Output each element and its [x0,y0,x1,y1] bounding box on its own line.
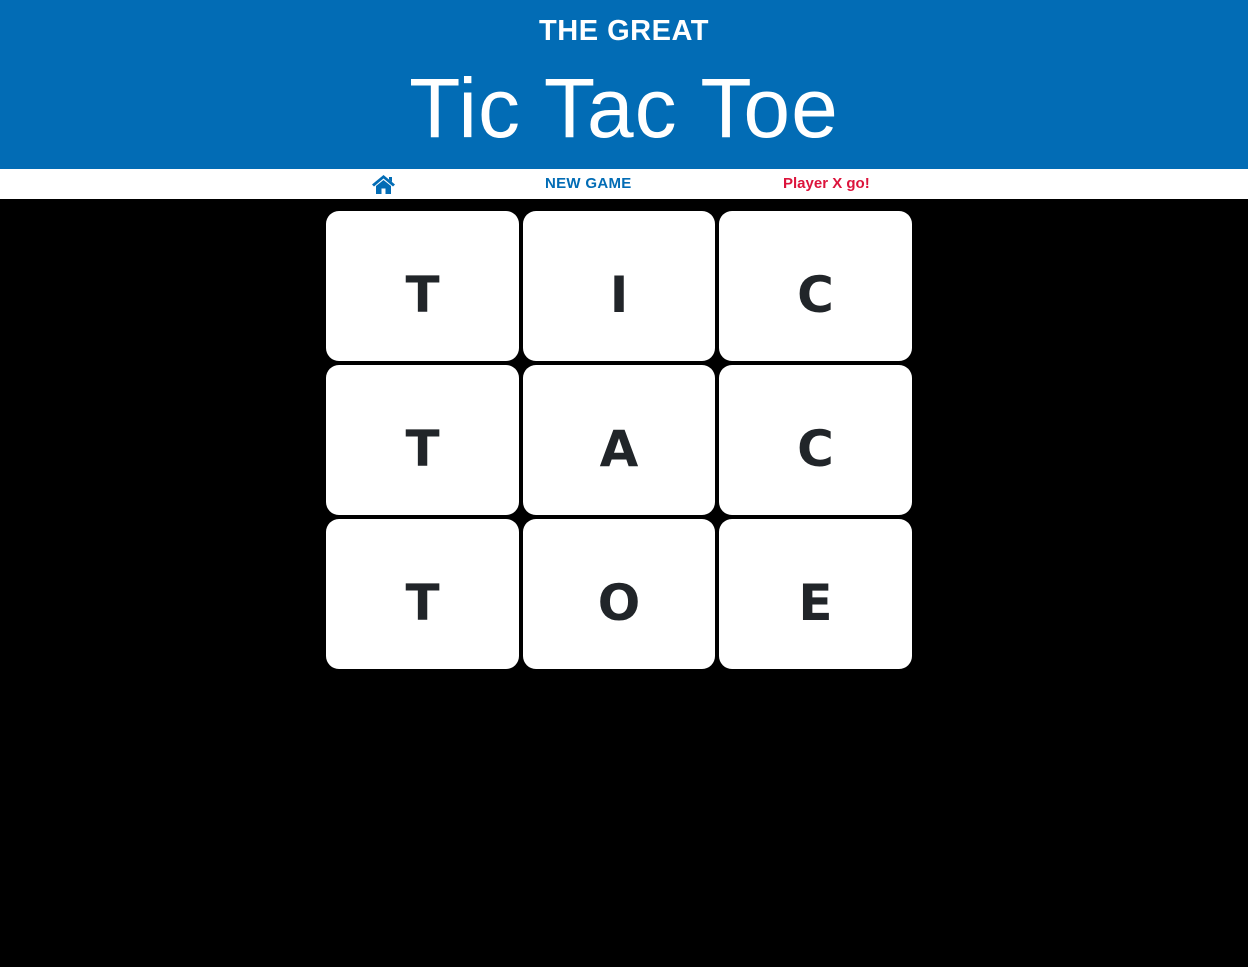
page-title: Tic Tac Toe [409,61,839,155]
board-cell-7[interactable]: T [326,519,519,669]
board-cell-8[interactable]: O [523,519,715,669]
new-game-button[interactable]: NEW GAME [545,175,632,193]
page-header: THE GREAT Tic Tac Toe [0,0,1248,169]
board-cell-4[interactable]: T [326,365,519,515]
board-cell-9[interactable]: E [719,519,912,669]
home-button[interactable] [371,174,396,194]
player-status: Player X go! [783,175,870,192]
board-cell-2[interactable]: I [523,211,715,361]
game-board: T I C T A C T O E [326,211,912,669]
nav-bar: NEW GAME Player X go! [0,169,1248,199]
page-subtitle: THE GREAT [539,15,709,47]
board-cell-5[interactable]: A [523,365,715,515]
board-cell-1[interactable]: T [326,211,519,361]
home-icon [372,175,395,194]
board-cell-3[interactable]: C [719,211,912,361]
board-cell-6[interactable]: C [719,365,912,515]
